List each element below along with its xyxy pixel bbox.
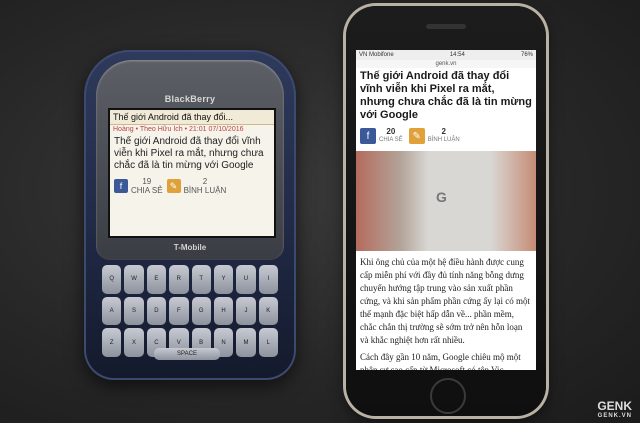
watermark: GENK GENK.VN xyxy=(597,399,632,419)
keyboard-key: K xyxy=(258,296,278,326)
watermark-brand: GENK xyxy=(597,399,632,413)
comment-count: 2 BÌNH LUẬN xyxy=(428,127,460,145)
article-body-1: Khi ông chủ của một hệ điều hành được cu… xyxy=(360,257,530,345)
bb-meta: Hoàng • Theo Hữu Ích • 21:01 07/10/2016 xyxy=(113,126,244,133)
comment-icon: ✎ xyxy=(408,128,425,144)
iphone-screen: VN Mobifone 14:54 76% genk.vn Thế giới A… xyxy=(356,50,536,370)
carrier-logo: T-Mobile xyxy=(173,243,207,252)
facebook-icon: f xyxy=(114,179,128,193)
keyboard-key: E xyxy=(146,265,167,294)
bb-shares-number: 19 xyxy=(142,177,152,186)
shares-number: 20 xyxy=(386,127,396,136)
keyboard-key: M xyxy=(236,328,256,357)
blackberry-brand: BlackBerry xyxy=(164,94,216,104)
url-bar: genk.vn xyxy=(356,60,536,68)
social-bar: f 20 CHIA SẺ ✎ 2 BÌNH LUẬN xyxy=(356,124,536,148)
keyboard-key: Y xyxy=(213,265,234,294)
blackberry-screen: Thế giới Android đã thay đổi... Hoàng • … xyxy=(108,108,276,238)
keyboard-key: F xyxy=(169,296,189,326)
bb-comments-number: 2 xyxy=(202,177,208,186)
article-photo: G xyxy=(356,151,536,251)
google-logo: G xyxy=(436,189,447,205)
keyboard-key: J xyxy=(236,296,256,326)
bb-article-title: Thế giới Android đã thay đổi vĩnh viễn k… xyxy=(114,136,264,171)
keyboard-key: D xyxy=(146,296,167,326)
keyboard-key: L xyxy=(258,328,278,357)
watermark-site: GENK.VN xyxy=(597,413,632,419)
status-carrier: VN Mobifone xyxy=(359,52,394,58)
keyboard-key: H xyxy=(213,296,234,326)
keyboard-key: W xyxy=(124,265,144,294)
home-button xyxy=(430,378,466,414)
ios-status-bar: VN Mobifone 14:54 76% xyxy=(356,50,536,60)
photo: BlackBerry Thế giới Android đã thay đổi.… xyxy=(0,0,640,423)
comments-number: 2 xyxy=(441,127,446,136)
bb-comments-label: BÌNH LUẬN xyxy=(183,186,227,195)
facebook-icon: f xyxy=(360,128,376,144)
shares-label: CHIA SẺ xyxy=(379,137,403,143)
blackberry-phone: BlackBerry Thế giới Android đã thay đổi.… xyxy=(84,50,296,380)
keyboard-key: G xyxy=(191,296,211,326)
space-key: SPACE xyxy=(154,348,220,360)
comments-label: BÌNH LUẬN xyxy=(427,137,460,143)
iphone: VN Mobifone 14:54 76% genk.vn Thế giới A… xyxy=(346,6,546,416)
keyboard-key: S xyxy=(124,296,144,326)
keyboard-key: Q xyxy=(102,265,122,294)
bb-share-count: 19 CHIA SẺ xyxy=(131,177,163,195)
keyboard-key: I xyxy=(258,265,278,294)
comment-icon: ✎ xyxy=(166,179,181,193)
iphone-speaker xyxy=(426,24,466,29)
share-count: 20 CHIA SẺ xyxy=(379,127,403,145)
keyboard-key: Z xyxy=(102,328,122,357)
keyboard-key: U xyxy=(236,265,256,294)
bb-comment-box: ✎ 2 BÌNH LUẬN xyxy=(166,177,227,195)
keyboard-key: A xyxy=(102,296,122,326)
bb-shares-label: CHIA SẺ xyxy=(131,186,163,195)
keyboard-key: R xyxy=(169,265,189,294)
article-title: Thế giới Android đã thay đổi vĩnh viễn k… xyxy=(360,70,532,121)
blackberry-bezel: BlackBerry Thế giới Android đã thay đổi.… xyxy=(96,60,284,260)
blackberry-keyboard: QWERTYUIASDFGHJKZXCVBNML xyxy=(102,265,278,357)
bb-share-box: f 19 CHIA SẺ xyxy=(114,177,163,195)
keyboard-key: X xyxy=(124,328,144,357)
share-box: f 20 CHIA SẺ xyxy=(360,127,403,145)
bb-headline: Thế giới Android đã thay đổi... xyxy=(110,110,274,125)
bb-social-bar: f 19 CHIA SẺ ✎ 2 BÌNH LUẬN xyxy=(110,174,274,198)
status-time: 14:54 xyxy=(449,52,465,58)
bb-comment-count: 2 BÌNH LUẬN xyxy=(184,177,227,195)
status-battery: 76% xyxy=(520,52,533,58)
keyboard-key: T xyxy=(191,265,211,294)
comment-box: ✎ 2 BÌNH LUẬN xyxy=(408,127,460,145)
article-body-2: Cách đây gần 10 năm, Google chiêu mộ một… xyxy=(360,352,521,370)
